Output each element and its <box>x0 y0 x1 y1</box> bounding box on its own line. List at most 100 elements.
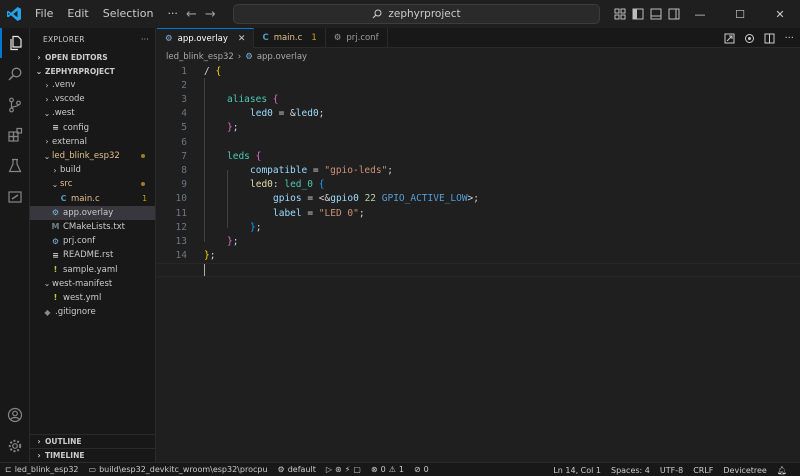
debug-icon[interactable]: ⊛ <box>335 465 342 474</box>
tree-item[interactable]: ◆ .gitignore <box>30 305 155 319</box>
window-controls: — ☐ ✕ <box>680 0 800 28</box>
close-tab-icon[interactable]: ✕ <box>238 34 246 44</box>
tree-item-label: led_blink_esp32 <box>52 151 120 162</box>
tree-item[interactable]: ⌄ led_blink_esp32 <box>30 149 155 163</box>
line-number: 9 <box>181 179 187 191</box>
sidebar-bottom-sections: › OUTLINE › TIMELINE <box>30 434 156 462</box>
line-number: 13 <box>175 235 187 247</box>
explorer-more-button[interactable]: ··· <box>141 35 149 44</box>
code-line-11: 11 label = "LED 0"; <box>157 206 800 220</box>
status-language[interactable]: Devicetree <box>718 463 771 476</box>
tree-item[interactable]: ⚙ prj.conf <box>30 234 155 248</box>
search-icon[interactable] <box>0 59 30 89</box>
status-eol[interactable]: CRLF <box>688 463 718 476</box>
tree-item[interactable]: ⌄ src <box>30 177 155 191</box>
minimize-button[interactable]: — <box>680 0 720 28</box>
command-center-search[interactable]: zephyrproject <box>233 4 600 24</box>
toggle-primary-sidebar-icon[interactable] <box>632 8 644 20</box>
tree-item-label: .west <box>52 108 75 119</box>
compare-changes-icon[interactable] <box>724 33 735 44</box>
tree-item[interactable]: › external <box>30 135 155 149</box>
tree-item[interactable]: ⚙ app.overlay <box>30 205 155 220</box>
tree-item[interactable]: ! sample.yaml <box>30 262 155 276</box>
file-type-icon: ⚙ <box>51 208 60 218</box>
modified-dot-icon <box>141 153 145 158</box>
code-line-1: 1 / { <box>157 64 800 78</box>
status-build-dir[interactable]: ▭ build\esp32_devkitc_wroom\esp32\procpu <box>84 463 273 476</box>
outline-label: OUTLINE <box>45 437 82 446</box>
breadcrumb-file[interactable]: app.overlay <box>257 52 307 62</box>
file-tree: › .venv › .vscode ⌄ .west ≡ config › external ⌄ led… <box>30 78 155 319</box>
tab-main-c[interactable]: C main.c 1 <box>254 28 326 48</box>
tree-item-label: src <box>60 179 73 190</box>
tree-item[interactable]: › .venv <box>30 78 155 92</box>
remote-explorer-icon[interactable] <box>0 182 30 212</box>
tree-item[interactable]: ⌄ .west <box>30 106 155 120</box>
status-cursor-position[interactable]: Ln 14, Col 1 <box>548 463 606 476</box>
status-branch[interactable]: ⊏ led_blink_esp32 <box>0 463 84 476</box>
toggle-panel-icon[interactable] <box>650 8 662 20</box>
source-control-icon[interactable] <box>0 90 30 120</box>
toggle-secondary-sidebar-icon[interactable] <box>668 8 680 20</box>
close-window-button[interactable]: ✕ <box>760 0 800 28</box>
code-line-6: 6 <box>157 135 800 149</box>
status-indentation[interactable]: Spaces: 4 <box>606 463 655 476</box>
back-arrow-icon[interactable]: ← <box>186 7 197 22</box>
terminal-icon[interactable]: ▢ <box>353 465 361 474</box>
editor-tabs: ⚙ app.overlay ✕ C main.c 1 ⚙ prj.conf <box>157 28 800 48</box>
explorer-icon[interactable] <box>0 28 30 58</box>
testing-flask-icon[interactable] <box>0 151 30 181</box>
menu-edit[interactable]: Edit <box>60 0 95 28</box>
menu-file[interactable]: File <box>28 0 60 28</box>
code-line-7: 7 leds { <box>157 149 800 163</box>
explorer-sidebar: EXPLORER ··· › OPEN EDITORS ⌄ ZEPHYRPROJ… <box>30 28 156 462</box>
line-number: 2 <box>181 79 187 91</box>
tree-item[interactable]: ≡ README.rst <box>30 248 155 262</box>
tab-prj-conf[interactable]: ⚙ prj.conf <box>326 28 388 48</box>
chevron-down-icon: ⌄ <box>43 108 51 118</box>
split-editor-icon[interactable] <box>764 33 775 44</box>
tree-item-label: config <box>63 122 90 133</box>
settings-gear-icon[interactable] <box>0 431 30 461</box>
customize-layout-icon[interactable] <box>614 8 626 20</box>
tree-item-label: prj.conf <box>63 236 96 247</box>
tree-item[interactable]: ≡ config <box>30 121 155 135</box>
code-line-10: 10 gpios = <&gpio0 22 GPIO_ACTIVE_LOW>; <box>157 192 800 206</box>
tab-app-overlay[interactable]: ⚙ app.overlay ✕ <box>157 28 255 48</box>
tree-item-label: sample.yaml <box>63 264 118 275</box>
forward-arrow-icon[interactable]: → <box>205 7 216 22</box>
project-section[interactable]: ⌄ ZEPHYRPROJECT <box>30 64 155 78</box>
status-ports[interactable]: ⊘ 0 <box>409 463 434 476</box>
open-editors-section[interactable]: › OPEN EDITORS <box>30 50 155 64</box>
extensions-icon[interactable] <box>0 120 30 150</box>
tree-item[interactable]: Cmain.c 1 <box>30 192 155 206</box>
accounts-icon[interactable] <box>0 400 30 430</box>
breadcrumb: led_blink_esp32 › ⚙ app.overlay <box>166 50 307 64</box>
timeline-section[interactable]: › TIMELINE <box>30 448 156 462</box>
notifications-bell-icon[interactable]: 🔔︎ <box>772 463 792 476</box>
line-number: 12 <box>175 221 187 233</box>
tree-item[interactable]: M CMakeLists.txt <box>30 220 155 234</box>
status-problems[interactable]: ⊗ 0 ⚠ 1 <box>366 463 409 476</box>
menu-selection[interactable]: Selection <box>96 0 161 28</box>
editor-more-button[interactable]: ··· <box>784 33 794 44</box>
tree-item[interactable]: › build <box>30 163 155 177</box>
build-icon[interactable] <box>744 33 755 44</box>
status-build-config[interactable]: ⚙ default <box>273 463 321 476</box>
menu-more[interactable]: ··· <box>160 0 185 28</box>
flash-icon[interactable]: ⚡ <box>345 465 351 474</box>
code-editor[interactable]: 1 / { 2 3 aliases { 4 led0 = &led0; 5 };… <box>157 64 800 462</box>
maximize-button[interactable]: ☐ <box>720 0 760 28</box>
chevron-right-icon: › <box>37 437 41 446</box>
command-center-text: zephyrproject <box>388 8 461 20</box>
run-icon[interactable]: ▷ <box>326 465 332 474</box>
error-icon: ⊗ <box>370 465 378 474</box>
outline-section[interactable]: › OUTLINE <box>30 434 156 448</box>
tree-item[interactable]: ! west.yml <box>30 291 155 305</box>
status-encoding[interactable]: UTF-8 <box>655 463 688 476</box>
tree-item[interactable]: › .vscode <box>30 92 155 106</box>
breadcrumb-folder[interactable]: led_blink_esp32 <box>166 52 234 62</box>
chevron-down-icon: ⌄ <box>35 66 43 76</box>
tree-item-label: west.yml <box>63 292 102 303</box>
tree-item[interactable]: ⌄ west-manifest <box>30 277 155 291</box>
